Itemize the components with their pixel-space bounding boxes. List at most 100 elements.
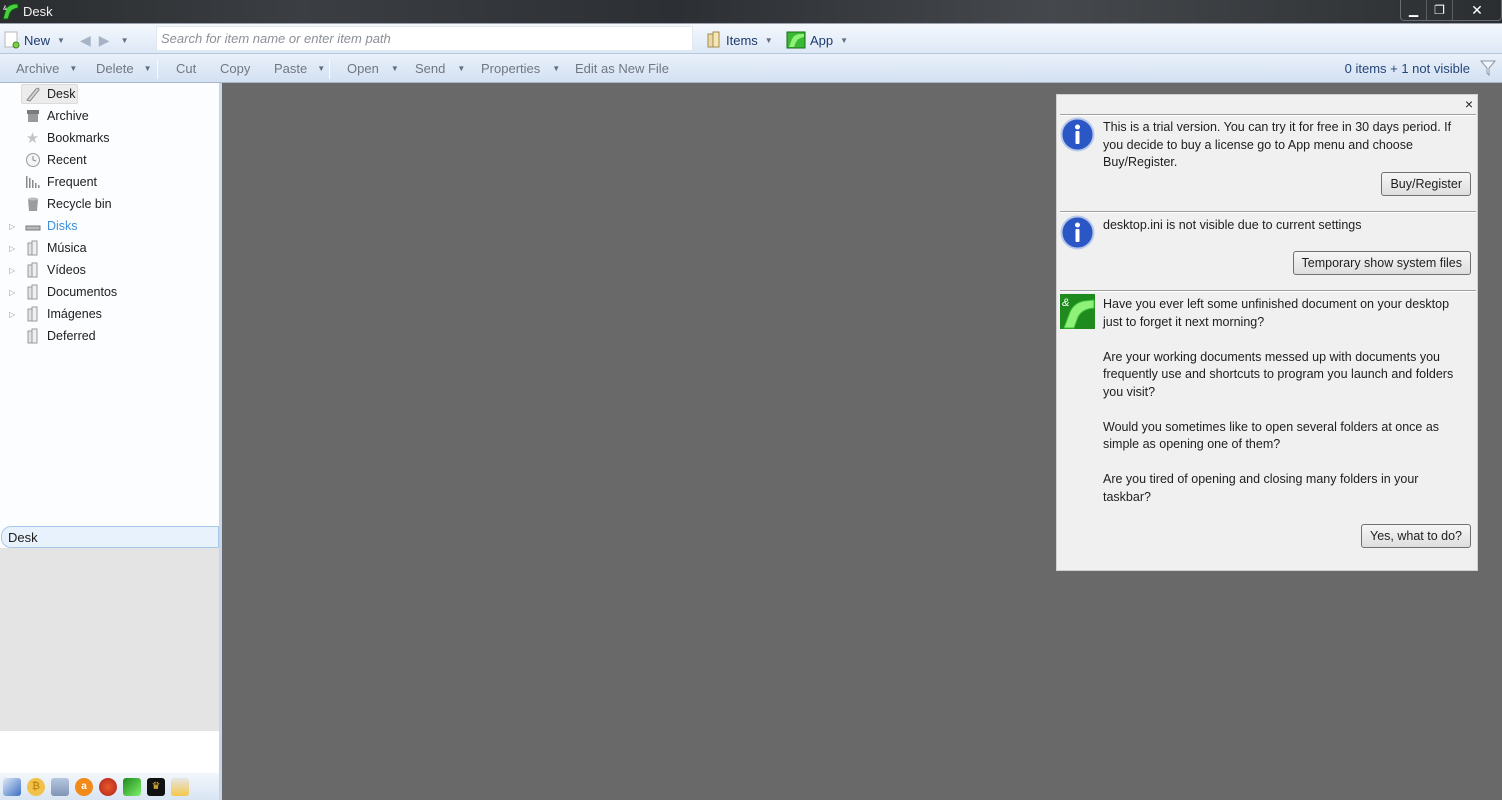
show-system-files-button[interactable]: Temporary show system files xyxy=(1292,251,1471,275)
shopping-bag-icon[interactable]: ♛ xyxy=(147,777,165,796)
sidebar-item-videos[interactable]: ▷ Vídeos xyxy=(0,259,219,281)
expand-arrow-icon[interactable]: ▷ xyxy=(9,310,17,319)
pen-icon[interactable] xyxy=(3,777,21,796)
copy-label: Copy xyxy=(220,61,251,76)
sidebar-item-recent[interactable]: Recent xyxy=(0,149,219,171)
cut-label: Cut xyxy=(176,61,197,76)
promo-paragraph: Are you tired of opening and closing man… xyxy=(1103,472,1419,504)
sidebar-item-desk[interactable]: Desk xyxy=(0,83,219,105)
new-document-icon xyxy=(4,31,20,49)
items-menu-button[interactable]: Items ▼ xyxy=(706,30,773,50)
sidebar-item-frequent[interactable]: Frequent xyxy=(0,171,219,193)
chevron-down-icon: ▼ xyxy=(390,64,399,73)
paste-button[interactable]: Paste ▼ xyxy=(274,61,325,76)
back-arrow-icon[interactable]: ◀ xyxy=(80,32,91,49)
sidebar-item-label: Música xyxy=(47,241,87,255)
sidebar-item-deferred[interactable]: Deferred xyxy=(0,325,219,347)
delete-button[interactable]: Delete ▼ xyxy=(96,61,152,76)
search-input[interactable] xyxy=(157,27,692,50)
sidebar: Desk Archive ★ Bookmarks Recent Frequent xyxy=(0,83,222,800)
divider xyxy=(1060,114,1476,116)
ccleaner-icon[interactable] xyxy=(99,777,117,796)
send-button[interactable]: Send ▼ xyxy=(415,61,465,76)
cut-button[interactable]: Cut xyxy=(176,61,196,76)
expand-arrow-icon[interactable]: ▷ xyxy=(9,266,17,275)
expand-arrow-icon[interactable]: ▷ xyxy=(9,244,17,253)
new-label: New xyxy=(24,32,51,48)
network-icon[interactable] xyxy=(51,777,69,796)
promo-paragraph: Would you sometimes like to open several… xyxy=(1103,419,1440,452)
minimize-button[interactable]: ▁ xyxy=(1401,0,1427,20)
sidebar-item-recycle-bin[interactable]: Recycle bin xyxy=(0,193,219,215)
app-menu-button[interactable]: App ▼ xyxy=(786,30,848,50)
library-icon xyxy=(24,306,41,323)
sidebar-item-label: Recent xyxy=(47,153,87,167)
desk-app-icon[interactable] xyxy=(123,777,141,796)
restore-button[interactable]: ❐ xyxy=(1427,0,1453,20)
yes-what-to-do-button[interactable]: Yes, what to do? xyxy=(1361,524,1471,548)
filter-icon[interactable] xyxy=(1480,59,1496,77)
hidden-file-message: desktop.ini is not visible due to curren… xyxy=(1103,218,1362,232)
promo-paragraph: Have you ever left some unfinished docum… xyxy=(1103,297,1450,329)
expand-arrow-icon[interactable]: ▷ xyxy=(9,222,17,231)
bitcoin-icon[interactable]: ₿ xyxy=(27,777,45,796)
archive-label: Archive xyxy=(16,61,60,76)
preview-pane xyxy=(0,548,219,731)
desk-app-icon: & xyxy=(2,3,19,20)
disk-icon xyxy=(24,218,41,235)
divider xyxy=(1060,211,1476,213)
sidebar-item-musica[interactable]: ▷ Música xyxy=(0,237,219,259)
sidebar-item-imagenes[interactable]: ▷ Imágenes xyxy=(0,303,219,325)
desk-icon xyxy=(24,86,41,103)
history-dropdown-icon[interactable]: ▼ xyxy=(121,36,129,45)
item-count-status: 0 items + 1 not visible xyxy=(1344,61,1470,76)
avast-icon[interactable]: a xyxy=(75,777,93,796)
quick-launch-bar: ₿ a ♛ xyxy=(0,773,219,800)
keys-icon[interactable] xyxy=(171,777,189,796)
title-bar: & Desk ▁ ❐ ✕ xyxy=(0,0,1502,23)
sidebar-item-bookmarks[interactable]: ★ Bookmarks xyxy=(0,127,219,149)
expand-arrow-icon[interactable]: ▷ xyxy=(9,288,17,297)
close-icon[interactable]: × xyxy=(1465,96,1473,112)
toolbar-separator xyxy=(157,59,158,79)
location-input[interactable] xyxy=(2,527,218,547)
star-icon: ★ xyxy=(25,130,40,147)
archive-button[interactable]: Archive ▼ xyxy=(16,61,77,76)
delete-label: Delete xyxy=(96,61,134,76)
edit-as-new-file-button[interactable]: Edit as New File xyxy=(575,61,669,76)
bars-icon xyxy=(24,174,41,191)
chevron-down-icon: ▼ xyxy=(840,35,849,45)
edit-as-new-file-label: Edit as New File xyxy=(575,61,669,76)
sidebar-item-label: Desk xyxy=(47,87,76,101)
forward-arrow-icon[interactable]: ▶ xyxy=(99,32,110,49)
search-field xyxy=(156,26,693,51)
sidebar-item-label: Archive xyxy=(47,109,89,123)
library-icon xyxy=(24,240,41,257)
sidebar-item-label: Recycle bin xyxy=(47,197,112,211)
sidebar-item-documentos[interactable]: ▷ Documentos xyxy=(0,281,219,303)
desk-app-icon xyxy=(786,31,806,49)
properties-label: Properties xyxy=(481,61,541,76)
chevron-down-icon: ▼ xyxy=(57,35,65,45)
sidebar-item-label: Imágenes xyxy=(47,307,102,321)
archive-icon xyxy=(24,108,41,125)
open-button[interactable]: Open ▼ xyxy=(347,61,399,76)
sidebar-item-archive[interactable]: Archive xyxy=(0,105,219,127)
chevron-down-icon: ▼ xyxy=(69,64,78,73)
sidebar-item-disks[interactable]: ▷ Disks xyxy=(0,215,219,237)
location-field xyxy=(1,526,219,548)
sidebar-item-label: Vídeos xyxy=(47,263,86,277)
new-button[interactable]: New ▼ xyxy=(4,30,65,50)
copy-button[interactable]: Copy xyxy=(220,61,250,76)
promo-paragraph: Are your working documents messed up wit… xyxy=(1103,349,1454,399)
close-button[interactable]: ✕ xyxy=(1453,0,1501,20)
chevron-down-icon: ▼ xyxy=(552,64,561,73)
library-icon xyxy=(24,262,41,279)
window-controls: ▁ ❐ ✕ xyxy=(1400,0,1502,21)
navigation-arrows: ◀ ▶ ▼ xyxy=(80,30,128,50)
properties-button[interactable]: Properties ▼ xyxy=(481,61,560,76)
chevron-down-icon: ▼ xyxy=(143,64,152,73)
main-toolbar: New ▼ ◀ ▶ ▼ Items ▼ App ▼ xyxy=(0,23,1502,54)
buy-register-button[interactable]: Buy/Register xyxy=(1381,172,1471,196)
sidebar-item-label: Deferred xyxy=(47,329,96,343)
